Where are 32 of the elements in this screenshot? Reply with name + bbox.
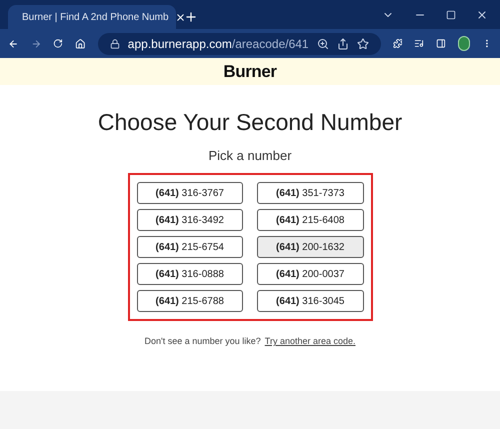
url-text: app.burnerapp.com/areacode/641 bbox=[128, 36, 309, 52]
phone-number-button[interactable]: (641) 215-6788 bbox=[136, 290, 243, 312]
page-heading: Choose Your Second Number bbox=[98, 108, 402, 137]
phone-number-button[interactable]: (641) 316-0888 bbox=[136, 263, 243, 285]
media-icon[interactable] bbox=[414, 37, 424, 50]
reload-icon[interactable] bbox=[53, 37, 64, 50]
subheading: Pick a number bbox=[208, 146, 292, 164]
tab-title: Burner | Find A 2nd Phone Numb bbox=[22, 10, 169, 24]
bookmark-icon[interactable] bbox=[356, 38, 369, 50]
area-code-link[interactable]: Try another area code. bbox=[264, 335, 356, 348]
phone-number-button[interactable]: (641) 316-3767 bbox=[136, 182, 243, 204]
phone-number-button[interactable]: (641) 316-3492 bbox=[136, 209, 243, 231]
address-bar[interactable]: app.burnerapp.com/areacode/641 bbox=[98, 32, 381, 54]
phone-number-button[interactable]: (641) 200-1632 bbox=[257, 236, 364, 258]
brand-logo: Burner bbox=[223, 60, 277, 83]
phone-number-button[interactable]: (641) 215-6754 bbox=[136, 236, 243, 258]
phone-number-button[interactable]: (641) 215-6408 bbox=[257, 209, 364, 231]
zoom-icon[interactable] bbox=[316, 38, 329, 50]
phone-number-button[interactable]: (641) 351-7373 bbox=[257, 182, 364, 204]
side-panel-icon[interactable] bbox=[436, 37, 446, 50]
maximize-icon[interactable] bbox=[446, 10, 456, 20]
home-icon[interactable] bbox=[75, 36, 86, 50]
new-tab-icon[interactable] bbox=[184, 10, 198, 24]
lock-icon bbox=[110, 38, 120, 48]
extensions-icon[interactable] bbox=[392, 37, 402, 50]
footer-text: Don't see a number you like? bbox=[144, 335, 261, 348]
phone-number-button[interactable]: (641) 316-3045 bbox=[257, 290, 364, 312]
close-window-icon[interactable] bbox=[476, 9, 488, 21]
phone-number-button[interactable]: (641) 200-0037 bbox=[257, 263, 364, 285]
close-icon[interactable] bbox=[174, 12, 186, 22]
profile-avatar[interactable] bbox=[458, 36, 470, 51]
share-icon[interactable] bbox=[336, 38, 349, 50]
